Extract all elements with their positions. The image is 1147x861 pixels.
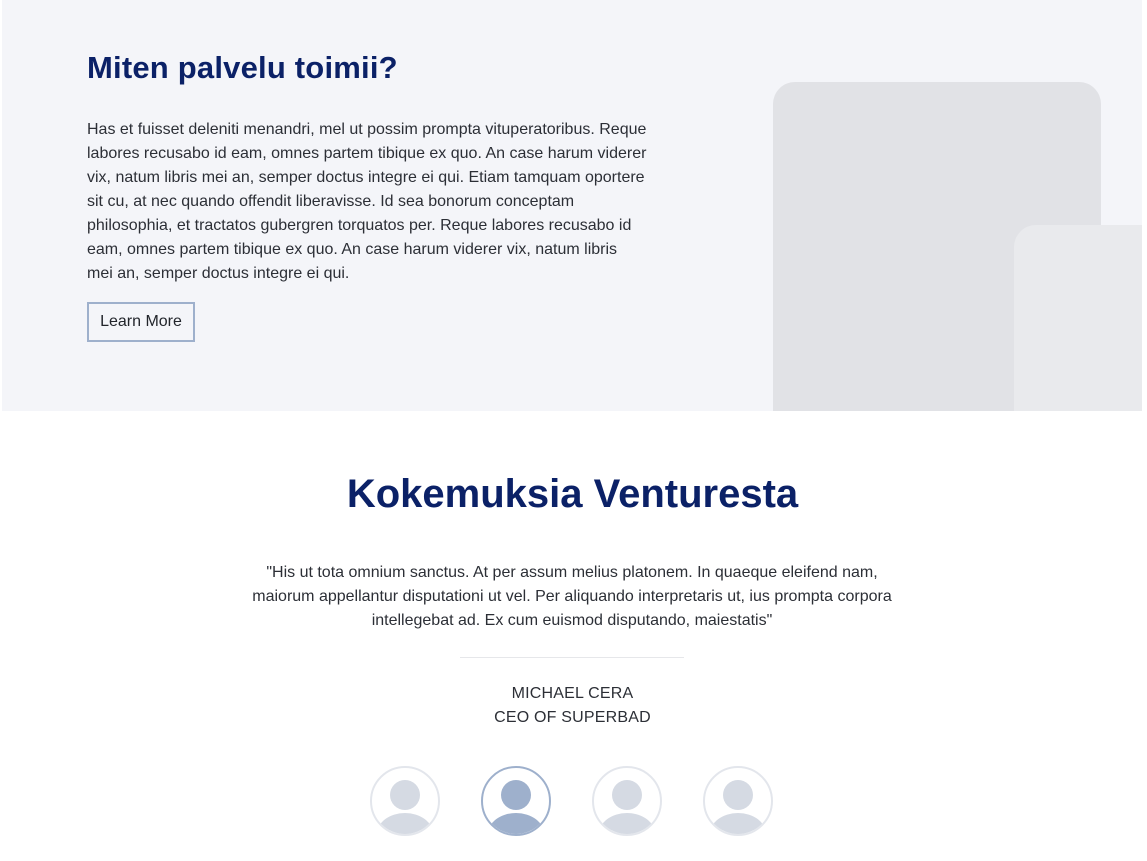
device-placeholder-small (1014, 225, 1142, 411)
testimonial-author-role: CEO OF SUPERBAD (494, 709, 651, 726)
avatar-body-shape (599, 813, 655, 834)
avatar-body-shape (710, 813, 766, 834)
avatar-head-shape (612, 780, 642, 810)
how-it-works-title: Miten palvelu toimii? (87, 50, 398, 85)
testimonial-avatar-1[interactable] (370, 766, 440, 836)
page: Miten palvelu toimii? Has et fuisset del… (0, 0, 1147, 861)
how-it-works-section: Miten palvelu toimii? Has et fuisset del… (2, 0, 1142, 411)
avatar-body-shape (488, 813, 544, 834)
testimonial-divider (460, 657, 684, 658)
avatar-head-shape (390, 780, 420, 810)
testimonial-quote: "His ut tota omnium sanctus. At per assu… (252, 564, 892, 629)
testimonials-title: Kokemuksia Venturesta (346, 472, 799, 516)
testimonial-avatar-4[interactable] (703, 766, 773, 836)
testimonial-avatar-2[interactable] (481, 766, 551, 836)
testimonial-avatar-selector (370, 766, 780, 838)
avatar-head-shape (501, 780, 531, 810)
user-avatar-icon (377, 780, 433, 834)
user-avatar-icon (488, 780, 544, 834)
avatar-head-shape (723, 780, 753, 810)
how-it-works-text: Has et fuisset deleniti menandri, mel ut… (87, 121, 647, 282)
avatar-body-shape (377, 813, 433, 834)
testimonial-author-name: MICHAEL CERA (511, 685, 634, 702)
user-avatar-icon (599, 780, 655, 834)
user-avatar-icon (710, 780, 766, 834)
learn-more-button[interactable]: Learn More (87, 302, 195, 342)
testimonial-avatar-3[interactable] (592, 766, 662, 836)
